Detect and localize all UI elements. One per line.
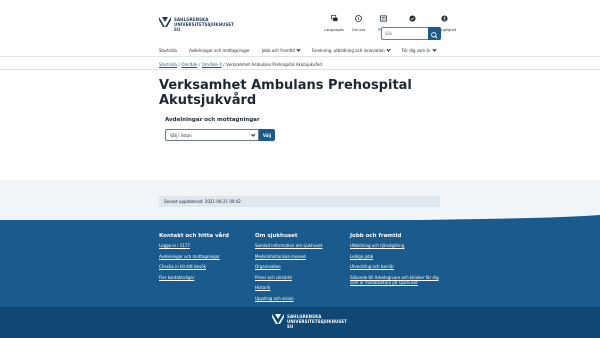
nav-label: För dig som är <box>401 47 431 53</box>
breadcrumb-separator: / <box>198 62 201 67</box>
last-updated: Senast uppdaterad: 2021-06-21 00:42 <box>159 196 440 207</box>
footer-link[interactable]: Utbildning och tjänstgöring <box>350 243 440 248</box>
footer-link[interactable]: Historik <box>255 285 322 290</box>
info-icon <box>355 15 362 22</box>
breadcrumb-separator: / <box>223 62 225 67</box>
footer-link[interactable]: Sökande till Arbetsgivare och kliniker f… <box>350 275 440 285</box>
footer-link[interactable]: Priser och utmärkt <box>255 275 322 280</box>
tool-label: Languages <box>324 28 344 32</box>
section-title: Avdelningar och mottagningar <box>165 117 260 123</box>
footer-wave <box>0 215 600 227</box>
footer-link[interactable]: Fler kontaktvägar <box>159 275 229 280</box>
chevron-down-icon <box>296 47 301 52</box>
select-value: Välj i listan <box>170 132 192 138</box>
page-title: Verksamhet Ambulans Prehospital Akutsjuk… <box>159 78 412 108</box>
footer-column-title: Kontakt och hitta vård <box>159 233 229 239</box>
site-search <box>381 27 441 40</box>
logo-line-2: UNIVERSITETSSJUKHUSET <box>174 22 235 27</box>
language-icon <box>330 15 338 22</box>
chevron-down-icon <box>431 47 437 52</box>
logo-icon <box>272 314 284 324</box>
nav-label: Startsida <box>159 47 177 53</box>
choose-button[interactable]: Välj <box>259 129 275 141</box>
footer-link[interactable]: Utveckling och karriär <box>350 264 440 269</box>
footer-link[interactable]: Organisation <box>255 264 322 269</box>
site-header: SAHLGRENSKA UNIVERSITETSSJUKHUSET SU Lan… <box>0 0 600 68</box>
search-button[interactable] <box>428 27 441 40</box>
checkmark-icon <box>409 15 416 22</box>
breadcrumb-link-omrade[interactable]: Område <box>181 62 197 67</box>
footer-link[interactable]: Uppdrag och vision <box>255 296 322 301</box>
footer-link[interactable]: Medicinhistoriska museet <box>255 254 322 259</box>
breadcrumb-link-startsida[interactable]: Startsida <box>159 62 177 67</box>
footer-link[interactable]: Avdelningar och mottagningar <box>159 254 229 259</box>
tool-label: Om oss <box>351 28 366 32</box>
footer-link[interactable]: Samlad information om sjukhuset <box>255 243 322 248</box>
nav-item-jobb[interactable]: Jobb och framtid <box>261 47 301 53</box>
footer-column-title: Jobb och framtid <box>350 233 402 239</box>
logo-line-2: UNIVERSITETSSJUKHUSET <box>287 319 348 324</box>
nav-label: Avdelningar och mottagningar <box>188 47 250 53</box>
breadcrumb-separator: / <box>178 62 180 67</box>
footer-link[interactable]: Lediga jobb <box>350 254 440 259</box>
nav-label: Forskning, utbildning och innovation <box>311 47 385 53</box>
chevron-down-icon <box>250 132 255 136</box>
footer-column-jobs: Jobb och framtid Utbildning och tjänstgö… <box>350 233 440 290</box>
footer-logo[interactable]: SAHLGRENSKA UNIVERSITETSSJUKHUSET SU <box>272 314 347 329</box>
footer-column-contact: Kontakt och hitta vård Logga in i 1177 A… <box>159 233 229 285</box>
chevron-down-icon <box>386 47 391 52</box>
breadcrumb: Startsida / Område / Område 4 / Verksamh… <box>159 60 322 69</box>
footer-column-title: Om sjukhuset <box>255 233 298 239</box>
footer-column-about: Om sjukhuset Samlad information om sjukh… <box>255 233 322 306</box>
breadcrumb-current: Verksamhet Ambulans Prehospital Akutsjuk… <box>226 62 322 67</box>
logo-line-3: SU <box>287 324 294 329</box>
nav-label: Jobb och framtid <box>261 47 295 53</box>
search-icon <box>431 32 438 39</box>
breadcrumb-link-omrade-4[interactable]: Område 4 <box>202 62 222 67</box>
footer-link[interactable]: Logga in i 1177 <box>159 243 229 248</box>
newspaper-icon <box>379 15 387 22</box>
logo-icon <box>159 17 171 27</box>
main-navigation: Startsida Avdelningar och mottagningar J… <box>159 45 448 55</box>
logo-line-3: SU <box>174 27 181 32</box>
nav-item-forskning[interactable]: Forskning, utbildning och innovation <box>311 47 391 53</box>
nav-item-avdelningar[interactable]: Avdelningar och mottagningar <box>189 48 250 53</box>
nav-item-for-dig[interactable]: För dig som är <box>401 47 437 53</box>
department-select[interactable]: Välj i listan <box>165 129 259 141</box>
tool-about[interactable]: Om oss <box>347 9 371 32</box>
footer-link[interactable]: Checka in till ditt besök <box>159 264 229 269</box>
accessibility-icon <box>440 15 448 22</box>
search-input[interactable] <box>381 27 428 40</box>
tool-languages[interactable]: Languages <box>322 9 346 32</box>
divider <box>0 56 600 57</box>
site-logo[interactable]: SAHLGRENSKA UNIVERSITETSSJUKHUSET SU <box>159 17 234 32</box>
nav-item-startsida[interactable]: Startsida <box>159 48 177 53</box>
